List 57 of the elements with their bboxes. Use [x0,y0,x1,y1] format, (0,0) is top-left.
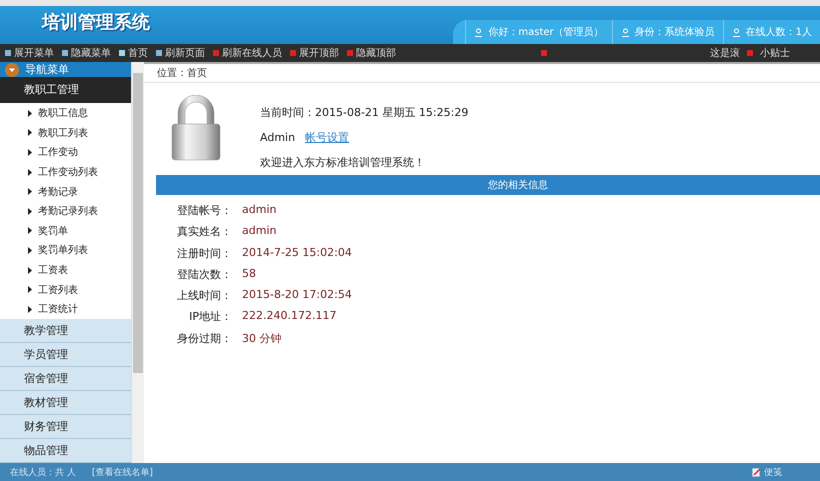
info-value: 2014-7-25 15:02:04 [242,246,352,261]
triangle-icon [28,227,32,234]
user-icon [620,28,630,36]
toolbar-link[interactable]: 首页 [119,46,148,60]
triangle-icon [28,168,32,176]
info-value: admin [242,203,278,218]
welcome-message: 欢迎进入东方标准培训管理系统！ [260,155,426,170]
info-label: 身份过期： [176,330,233,346]
info-label: 真实姓名： [176,224,233,240]
nav-menu-title: 导航菜单 [25,62,69,78]
menu-group[interactable]: 物品管理 [0,439,131,463]
triangle-icon [28,286,32,294]
menu-group[interactable]: 教职工管理 [0,77,131,104]
triangle-icon [28,208,32,215]
info-label: IP地址： [188,309,233,324]
info-label: 登陆次数： [176,266,233,282]
info-label: 上线时间： [176,288,233,304]
triangle-icon [28,266,32,274]
info-value: 222.240.172.117 [242,309,338,324]
toolbar-link[interactable]: 刷新在线人员 [213,46,282,60]
menu-group[interactable]: 教学管理 [0,319,131,343]
info-value: admin [242,224,278,240]
triangle-icon [28,148,32,156]
info-label: 登陆帐号： [176,203,233,218]
ticker-text: 这是滚 [710,46,740,60]
menu-group[interactable]: 财务管理 [0,415,131,439]
triangle-icon [28,110,32,117]
info-value: 58 [242,266,257,282]
info-label: 注册时间： [176,246,233,261]
toolbar-link[interactable]: 展开菜单 [5,46,54,60]
toolbar-link[interactable]: 展开顶部 [290,46,339,60]
current-time: 当前时间：2015-08-21 星期五 15:25:29 [260,105,468,120]
breadcrumb: 位置：首页 [144,64,820,83]
toolbar-link[interactable]: 隐藏顶部 [347,46,396,60]
scrollbar[interactable] [131,62,144,463]
app-title: 培训管理系统 [40,11,150,35]
menu-group[interactable]: 教材管理 [0,391,131,415]
info-value: 2015-8-20 17:02:54 [242,288,352,304]
toolbar-link[interactable]: 隐藏菜单 [62,46,111,60]
info-section-header: 您的相关信息 [156,175,820,195]
triangle-icon [28,306,32,313]
user-icon [474,28,484,36]
toolbar-link[interactable]: 刷新页面 [156,46,205,60]
tips-link[interactable]: 小贴士 [760,46,790,60]
triangle-icon [28,188,32,196]
notepad-icon [751,466,762,478]
online-count: 在线人员：共 人 [10,466,76,478]
tip-icon [746,49,754,57]
dropdown-icon [5,62,19,77]
menu-group[interactable]: 学员管理 [0,343,131,367]
triangle-icon [28,246,32,254]
triangle-icon [28,129,32,136]
account-settings-link[interactable]: 帐号设置 [305,130,350,145]
user-name: Admin [260,131,296,144]
user-icon [732,28,741,36]
info-value: 30 分钟 [242,330,282,346]
menu-group[interactable]: 宿舍管理 [0,367,131,391]
